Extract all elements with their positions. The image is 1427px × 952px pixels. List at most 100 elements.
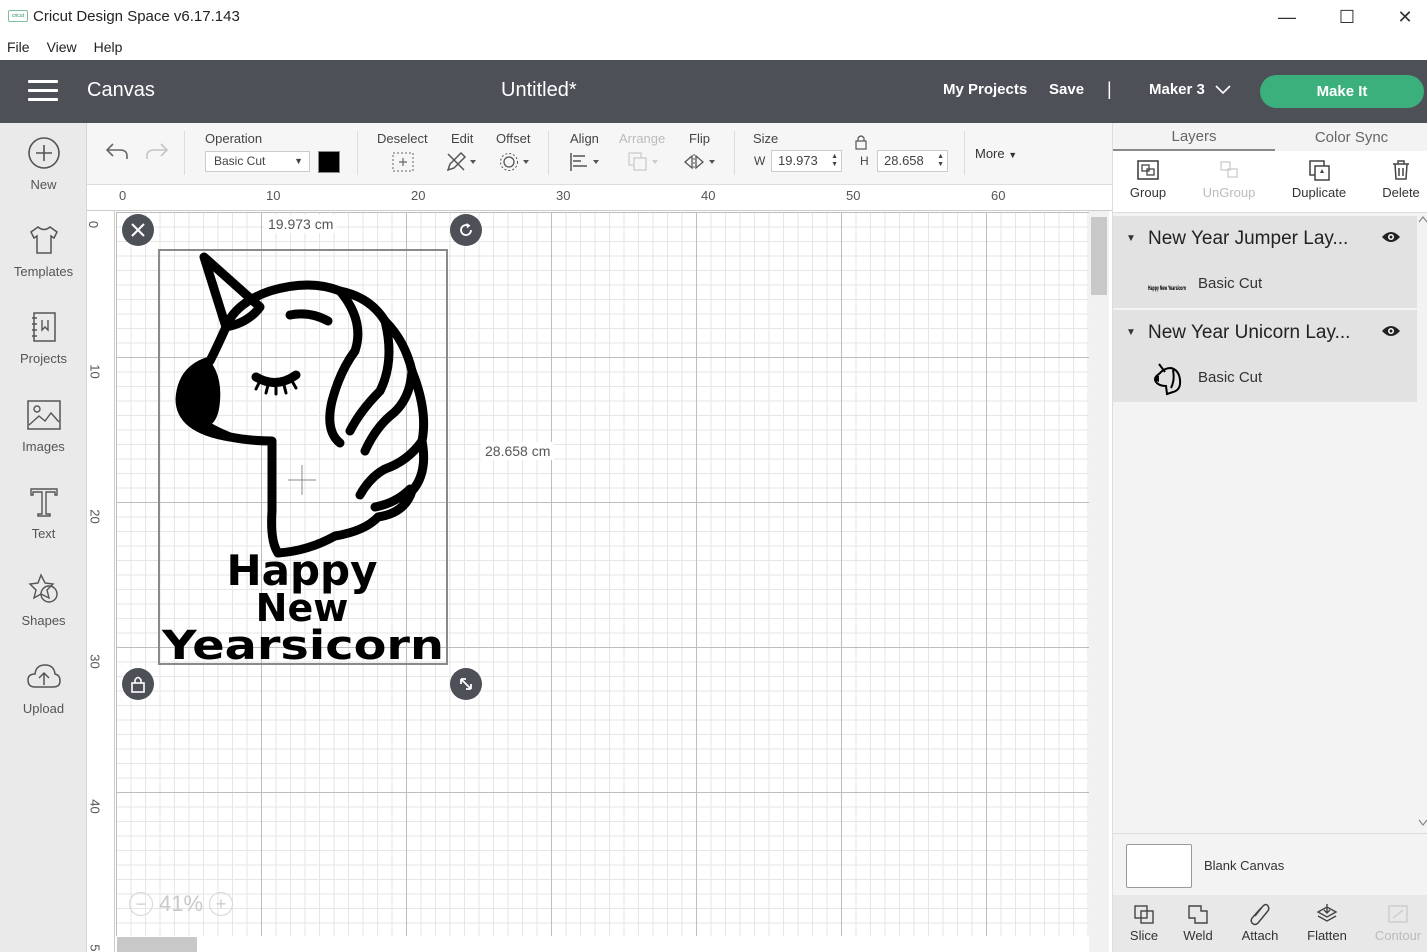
more-button[interactable]: More ▼: [975, 146, 1017, 161]
horizontal-scrollbar-thumb[interactable]: [117, 937, 197, 952]
scrollbar-thumb[interactable]: [1091, 217, 1107, 295]
blank-canvas-swatch[interactable]: [1126, 844, 1192, 888]
zoom-in-button[interactable]: +: [209, 892, 234, 916]
group-icon: [1113, 155, 1183, 185]
menu-file[interactable]: File: [7, 39, 30, 55]
flatten-button[interactable]: Flatten: [1296, 900, 1358, 943]
plus-circle-icon: [26, 135, 62, 171]
panel-scrollbar[interactable]: [1417, 215, 1427, 835]
project-title[interactable]: Untitled*: [501, 79, 577, 102]
operation-select[interactable]: Basic Cut ▼: [205, 151, 310, 172]
menu-help[interactable]: Help: [94, 39, 123, 55]
spinner-icon: ▲ ▼: [831, 153, 838, 168]
resize-handle[interactable]: [450, 668, 482, 700]
toolbar-divider: [964, 131, 965, 175]
sidebar-item-text[interactable]: Text: [0, 484, 87, 541]
sidebar-item-label: Upload: [22, 701, 65, 716]
layer-header[interactable]: ▼ New Year Jumper Lay...: [1113, 216, 1417, 262]
slice-label: Slice: [1129, 928, 1159, 943]
sidebar-item-label: Templates: [13, 264, 74, 279]
sidebar-item-projects[interactable]: Projects: [0, 309, 87, 366]
height-input[interactable]: 28.658 ▲ ▼: [877, 150, 948, 172]
contour-button[interactable]: Contour: [1367, 900, 1427, 943]
sidebar-item-templates[interactable]: Templates: [0, 222, 87, 279]
lock-handle[interactable]: [122, 668, 154, 700]
layer-group[interactable]: ▼ New Year Jumper Lay... Happy New Years…: [1113, 216, 1417, 308]
close-window-button[interactable]: ✕: [1383, 2, 1427, 32]
align-button[interactable]: [568, 151, 602, 173]
offset-button[interactable]: [498, 151, 532, 173]
eye-icon[interactable]: [1381, 324, 1401, 343]
resize-arrows-icon: [460, 678, 472, 690]
ungroup-button[interactable]: UnGroup: [1194, 155, 1264, 200]
left-sidebar: New Templates Projects Images Text Shape…: [0, 123, 87, 952]
text-layer-thumbnail: Happy New Yearsicorn: [1148, 285, 1186, 292]
ungroup-label: UnGroup: [1202, 185, 1256, 200]
duplicate-icon: [1284, 155, 1354, 185]
slice-button[interactable]: Slice: [1113, 900, 1175, 943]
sidebar-item-label: New: [30, 177, 57, 192]
edit-label: Edit: [451, 131, 474, 146]
sidebar-item-images[interactable]: Images: [0, 397, 87, 454]
tab-layers[interactable]: Layers: [1113, 123, 1275, 151]
operation-label: Operation: [205, 131, 263, 146]
edit-button[interactable]: [445, 151, 479, 173]
selection-bounding-box[interactable]: Happy New Yearsicorn: [158, 249, 448, 665]
collapse-caret-icon[interactable]: ▼: [1126, 233, 1136, 244]
minimize-button[interactable]: —: [1265, 2, 1309, 32]
width-value: 19.973: [778, 153, 818, 168]
menu-view[interactable]: View: [47, 39, 77, 55]
weld-button[interactable]: Weld: [1167, 900, 1229, 943]
sidebar-item-new[interactable]: New: [0, 135, 87, 192]
deselect-button[interactable]: [391, 151, 415, 173]
menu-bar: File View Help: [0, 34, 1427, 60]
blank-canvas-label: Blank Canvas: [1204, 858, 1285, 873]
undo-icon[interactable]: [104, 141, 130, 166]
hamburger-menu-icon[interactable]: [28, 80, 58, 102]
layer-child[interactable]: Happy New Yearsicorn Basic Cut: [1113, 262, 1417, 308]
edit-toolbar: Operation Basic Cut ▼ Deselect Edit Offs…: [87, 123, 1112, 185]
sidebar-item-upload[interactable]: Upload: [0, 659, 87, 716]
redo-icon[interactable]: [144, 141, 170, 166]
ruler-vertical: 0 10 20 30 40 50: [87, 211, 115, 952]
deselect-label: Deselect: [377, 131, 428, 146]
ruler-tick: 40: [87, 799, 103, 814]
cricut-logo-icon: cricut: [8, 10, 28, 22]
sidebar-item-shapes[interactable]: Shapes: [0, 571, 87, 628]
tab-color-sync[interactable]: Color Sync: [1275, 123, 1427, 151]
lock-icon: [131, 676, 145, 693]
deselect-icon: [392, 152, 414, 172]
ruler-tick: 0: [119, 188, 127, 203]
arrange-label: Arrange: [619, 131, 666, 146]
delete-handle[interactable]: [122, 214, 154, 246]
zoom-out-button[interactable]: −: [129, 892, 153, 916]
my-projects-link[interactable]: My Projects: [943, 81, 1027, 98]
height-value: 28.658: [884, 153, 924, 168]
lock-aspect-icon[interactable]: [854, 134, 868, 155]
layer-header[interactable]: ▼ New Year Unicorn Lay...: [1113, 310, 1417, 356]
save-button[interactable]: Save: [1049, 81, 1084, 98]
duplicate-button[interactable]: Duplicate: [1284, 155, 1354, 200]
design-canvas[interactable]: 0 10 20 30 40 50 60 0 10 20 30 40 50 Hap…: [87, 185, 1112, 952]
attach-button[interactable]: Attach: [1229, 900, 1291, 943]
layer-group[interactable]: ▼ New Year Unicorn Lay... Basic Cut: [1113, 310, 1417, 402]
eye-icon[interactable]: [1381, 230, 1401, 249]
weld-label: Weld: [1183, 928, 1213, 943]
vertical-scrollbar[interactable]: [1089, 211, 1109, 952]
contour-icon: [1367, 900, 1427, 928]
layer-child[interactable]: Basic Cut: [1113, 356, 1417, 402]
group-button[interactable]: Group: [1113, 155, 1183, 200]
collapse-caret-icon[interactable]: ▼: [1126, 327, 1136, 338]
rotate-handle[interactable]: [450, 214, 482, 246]
width-input[interactable]: 19.973 ▲ ▼: [771, 150, 842, 172]
machine-name: Maker 3: [1149, 81, 1205, 98]
arrange-button[interactable]: [627, 151, 661, 173]
ruler-tick: 20: [87, 509, 103, 524]
blank-canvas-row[interactable]: Blank Canvas: [1113, 833, 1427, 895]
machine-selector[interactable]: Maker 3: [1149, 81, 1231, 98]
maximize-button[interactable]: ☐: [1325, 2, 1369, 32]
make-it-button[interactable]: Make It: [1260, 75, 1424, 108]
operation-color-swatch[interactable]: [318, 151, 340, 173]
flip-button[interactable]: [683, 151, 719, 173]
delete-button[interactable]: Delete: [1366, 155, 1427, 200]
